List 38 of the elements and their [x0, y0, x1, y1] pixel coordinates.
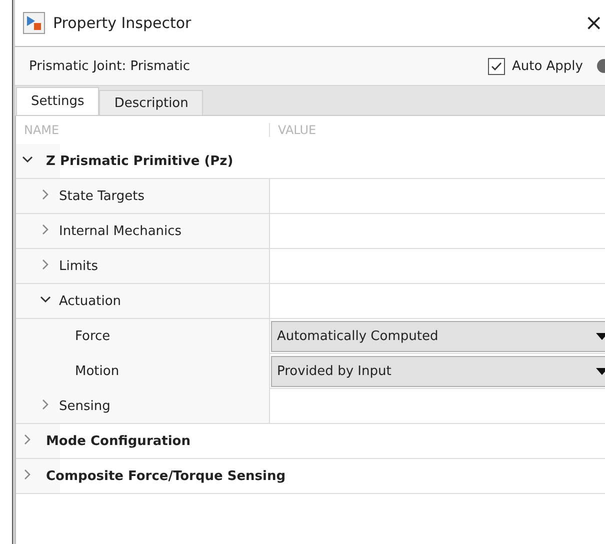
tab[interactable]: Settings [16, 87, 100, 115]
chevron-right-icon[interactable] [40, 188, 51, 200]
value-dropdown[interactable]: Provided by Input [271, 356, 605, 387]
column-header: VALUE [277, 123, 318, 137]
value-dropdown[interactable]: Automatically Computed [271, 321, 605, 352]
tab[interactable]: Description [99, 90, 204, 115]
chevron-down-icon[interactable] [22, 154, 33, 164]
app-icon [23, 12, 45, 34]
chevron-right-icon[interactable] [40, 258, 51, 270]
chevron-right-icon[interactable] [22, 468, 33, 480]
group-label: Actuation [59, 294, 122, 308]
chevron-down-icon[interactable] [40, 294, 51, 304]
chevron-right-icon[interactable] [40, 224, 51, 234]
chevron-right-icon[interactable] [22, 434, 33, 444]
section-row[interactable]: Mode Configuration [16, 424, 605, 459]
section-label: Mode Configuration [46, 434, 190, 448]
dropdown-arrow-icon [596, 368, 605, 375]
group-label: State Targets [59, 188, 145, 204]
property-label: Force [75, 329, 110, 344]
group-name-cell[interactable]: State Targets [16, 179, 270, 213]
group-name-cell[interactable]: Sensing [16, 389, 270, 423]
column-header: NAME [16, 123, 270, 137]
close-button[interactable]: × [584, 10, 603, 36]
property-label: Motion [75, 364, 120, 379]
group-label: Sensing [59, 398, 110, 414]
chevron-right-icon[interactable] [40, 398, 51, 410]
section-label: Composite Force/Torque Sensing [46, 468, 286, 484]
group-name-cell[interactable]: Actuation [16, 284, 270, 318]
section-label: Z Prismatic Primitive (Pz) [46, 154, 234, 168]
group-label: Internal Mechanics [59, 224, 182, 238]
group-label: Limits [59, 258, 98, 274]
group-name-cell[interactable]: Limits [16, 249, 270, 283]
window-title: Property Inspector [53, 14, 192, 32]
group-name-cell[interactable]: Internal Mechanics [16, 214, 270, 248]
section-row[interactable]: Composite Force/Torque Sensing [16, 459, 605, 494]
dropdown-arrow-icon [596, 333, 605, 340]
auto-apply-checkbox[interactable]: Auto Apply [488, 58, 583, 74]
object-name: Prismatic Joint: Prismatic [29, 58, 192, 74]
